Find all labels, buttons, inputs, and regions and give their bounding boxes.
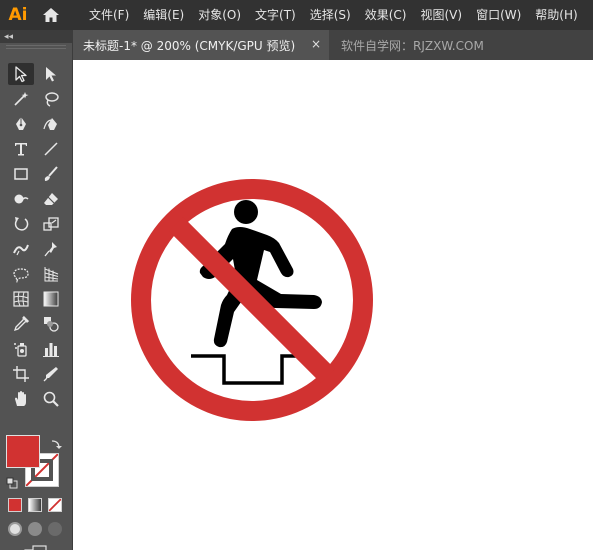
- menu-file[interactable]: 文件(F): [82, 0, 136, 30]
- magic-wand-tool-icon[interactable]: [8, 88, 34, 110]
- free-transform-tool-icon[interactable]: [8, 263, 34, 285]
- menu-bar: Ai 文件(F) 编辑(E) 对象(O) 文字(T) 选择(S) 效果(C) 视…: [0, 0, 593, 30]
- draw-inside-icon[interactable]: [48, 522, 62, 536]
- width-tool-icon[interactable]: [8, 238, 34, 260]
- scale-tool-icon[interactable]: [38, 213, 64, 235]
- eyedropper-tool-icon[interactable]: [8, 313, 34, 335]
- perspective-grid-tool-icon[interactable]: [38, 263, 64, 285]
- eraser-tool-icon[interactable]: [38, 188, 64, 210]
- shaper-tool-icon[interactable]: [8, 188, 34, 210]
- mesh-tool-icon[interactable]: [8, 288, 34, 310]
- menu-object[interactable]: 对象(O): [191, 0, 248, 30]
- menu-window[interactable]: 窗口(W): [469, 0, 528, 30]
- fill-color-swatch[interactable]: [6, 435, 40, 468]
- pen-tool-icon[interactable]: [8, 113, 34, 135]
- swap-colors-icon[interactable]: [50, 435, 62, 454]
- menu-type[interactable]: 文字(T): [248, 0, 303, 30]
- zoom-tool-icon[interactable]: [38, 388, 64, 410]
- type-tool-icon[interactable]: [8, 138, 34, 160]
- rectangle-tool-icon[interactable]: [8, 163, 34, 185]
- illustrator-window: Ai 文件(F) 编辑(E) 对象(O) 文字(T) 选择(S) 效果(C) 视…: [0, 0, 593, 550]
- artboard-canvas[interactable]: [73, 60, 593, 550]
- lasso-tool-icon[interactable]: [38, 88, 64, 110]
- selection-tool-icon[interactable]: [8, 63, 34, 85]
- panel-grip[interactable]: [6, 45, 66, 49]
- menu-help[interactable]: 帮助(H): [528, 0, 584, 30]
- paintbrush-tool-icon[interactable]: [38, 163, 64, 185]
- tools-panel: ◂◂: [0, 30, 73, 550]
- puppet-warp-tool-icon[interactable]: [38, 238, 64, 260]
- gradient-tool-icon[interactable]: [38, 288, 64, 310]
- rotate-tool-icon[interactable]: [8, 213, 34, 235]
- step-platform: [191, 354, 297, 385]
- symbol-sprayer-tool-icon[interactable]: [8, 338, 34, 360]
- default-colors-icon[interactable]: [6, 474, 18, 493]
- tools-panel-header[interactable]: ◂◂: [0, 30, 72, 43]
- home-icon[interactable]: [36, 0, 66, 30]
- close-icon[interactable]: ×: [309, 37, 323, 51]
- watermark-text: 软件自学网：RJZXW.COM: [341, 38, 484, 53]
- draw-normal-icon[interactable]: [8, 522, 22, 536]
- menu-select[interactable]: 选择(S): [303, 0, 358, 30]
- document-tab-title: 未标题-1* @ 200% (CMYK/GPU 预览): [83, 38, 296, 53]
- menu-edit[interactable]: 编辑(E): [136, 0, 191, 30]
- line-segment-tool-icon[interactable]: [38, 138, 64, 160]
- menu-effect[interactable]: 效果(C): [358, 0, 414, 30]
- hand-tool-icon[interactable]: [8, 388, 34, 410]
- none-mode-button[interactable]: [48, 498, 62, 512]
- slice-tool-icon[interactable]: [38, 363, 64, 385]
- artboard-tool-icon[interactable]: [8, 363, 34, 385]
- color-mode-button[interactable]: [8, 498, 22, 512]
- document-tab-bar: 未标题-1* @ 200% (CMYK/GPU 预览) × 软件自学网：RJZX…: [73, 30, 593, 60]
- gradient-mode-button[interactable]: [28, 498, 42, 512]
- column-graph-tool-icon[interactable]: [38, 338, 64, 360]
- curvature-tool-icon[interactable]: [38, 113, 64, 135]
- app-logo: Ai: [8, 5, 28, 25]
- collapse-icon[interactable]: ◂◂: [4, 32, 13, 42]
- blend-tool-icon[interactable]: [38, 313, 64, 335]
- direct-selection-tool-icon[interactable]: [38, 63, 64, 85]
- screen-mode-icon[interactable]: [24, 545, 48, 550]
- draw-behind-icon[interactable]: [28, 522, 42, 536]
- document-tab[interactable]: 未标题-1* @ 200% (CMYK/GPU 预览) ×: [73, 30, 329, 60]
- no-stepping-prohibition-sign[interactable]: [129, 177, 375, 423]
- menu-view[interactable]: 视图(V): [413, 0, 469, 30]
